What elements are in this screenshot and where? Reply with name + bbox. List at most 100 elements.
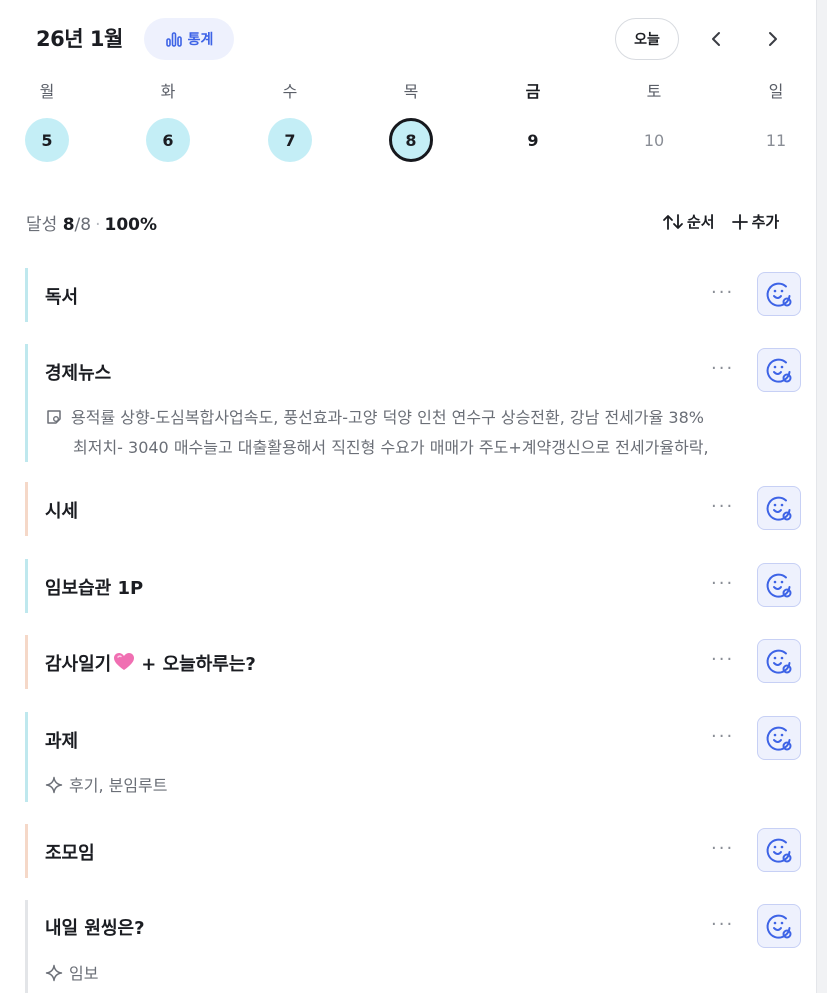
- day-name: 수: [282, 82, 298, 101]
- mood-check-button[interactable]: [757, 904, 801, 948]
- chevron-left-icon: [712, 32, 720, 46]
- day-name: 월: [39, 82, 55, 101]
- achievement-label: 달성: [26, 215, 58, 235]
- memo-text: 용적률 상향-도심복합사업속도, 풍선효과-고양 덕양 인천 연수구 상승전환,…: [71, 408, 704, 427]
- habit-item[interactable]: 임보습관 1P ···: [25, 559, 801, 613]
- memo-icon: [47, 410, 61, 424]
- day-number-selected[interactable]: 8: [389, 118, 433, 162]
- memo-line: 용적률 상향-도심복합사업속도, 풍선효과-고양 덕양 인천 연수구 상승전환,…: [45, 403, 785, 433]
- mood-check-button[interactable]: [757, 716, 801, 760]
- sort-arrows-icon: [663, 213, 683, 230]
- achievement-done: 8: [62, 215, 75, 235]
- more-options-button[interactable]: ···: [711, 573, 734, 594]
- week-strip: 월 5 화 6 수 7 목 8 금 9 토 10 일 11: [22, 78, 808, 168]
- habit-item[interactable]: 감사일기 + 오늘하루는? ···: [25, 635, 801, 689]
- habit-item[interactable]: 시세 ···: [25, 482, 801, 536]
- day-sat[interactable]: 토 10: [629, 78, 679, 168]
- day-wed[interactable]: 수 7: [265, 78, 315, 168]
- day-number[interactable]: 7: [268, 118, 312, 162]
- habit-title: 임보습관 1P: [45, 578, 144, 599]
- more-options-button[interactable]: ···: [711, 649, 734, 670]
- habit-title-part: 감사일기: [45, 654, 112, 675]
- next-week-button[interactable]: [759, 26, 785, 52]
- more-options-button[interactable]: ···: [711, 282, 734, 303]
- habit-tracker-page: 26년 1월 통계 오늘 월 5 화 6 수 7 목 8 금 9 토 10 일 …: [0, 0, 816, 993]
- achievement-summary: 달성 8/8 · 100%: [26, 215, 158, 235]
- prev-week-button[interactable]: [704, 26, 730, 52]
- more-options-button[interactable]: ···: [711, 838, 734, 859]
- habit-tags: 임보: [45, 959, 785, 989]
- sparkle-icon: [45, 776, 63, 794]
- habit-item[interactable]: 내일 원씽은? ··· 임보: [25, 900, 801, 993]
- heart-icon: [114, 653, 135, 670]
- smiley-check-icon: [766, 726, 792, 751]
- scrollbar[interactable]: [816, 0, 827, 993]
- day-number[interactable]: 6: [146, 118, 190, 162]
- day-name-today: 금: [525, 82, 541, 101]
- memo-text: 최저치- 3040 매수늘고 대출활용해서 직진형 수요가 매매가 주도+계약갱…: [73, 438, 709, 457]
- add-button[interactable]: 추가: [731, 211, 780, 232]
- mood-check-button[interactable]: [757, 639, 801, 683]
- sort-label: 순서: [687, 213, 715, 231]
- day-sun[interactable]: 일 11: [751, 78, 801, 168]
- day-thu[interactable]: 목 8: [386, 78, 436, 168]
- more-options-button[interactable]: ···: [711, 726, 734, 747]
- add-label: 추가: [751, 213, 780, 231]
- habit-item[interactable]: 독서 ···: [25, 268, 801, 322]
- tag-text: 후기, 분임루트: [69, 776, 168, 795]
- mood-check-button[interactable]: [757, 272, 801, 316]
- habit-title: 내일 원씽은?: [45, 918, 145, 939]
- day-tue[interactable]: 화 6: [143, 78, 193, 168]
- habit-title: 경제뉴스: [45, 363, 112, 384]
- smiley-check-icon: [766, 358, 792, 383]
- day-mon[interactable]: 월 5: [22, 78, 72, 168]
- sparkle-icon: [45, 964, 63, 982]
- habit-title: 과제: [45, 731, 79, 752]
- stats-button[interactable]: 통계: [144, 18, 234, 60]
- smiley-check-icon: [766, 838, 792, 863]
- day-name: 토: [646, 82, 662, 101]
- header: 26년 1월 통계 오늘: [36, 18, 806, 60]
- habit-title: 감사일기 + 오늘하루는?: [45, 650, 256, 676]
- habit-title: 독서: [45, 287, 79, 308]
- habit-item[interactable]: 경제뉴스 ··· 용적률 상향-도심복합사업속도, 풍선효과-고양 덕양 인천 …: [25, 344, 801, 462]
- habit-tags: 후기, 분임루트: [45, 771, 785, 801]
- smiley-check-icon: [766, 496, 792, 521]
- habit-item[interactable]: 조모임 ···: [25, 824, 801, 878]
- month-title: 26년 1월: [36, 27, 123, 51]
- day-fri[interactable]: 금 9: [508, 78, 558, 168]
- chevron-right-icon: [769, 32, 777, 46]
- day-number[interactable]: 9: [511, 118, 555, 162]
- bar-chart-icon: [165, 32, 182, 47]
- habit-memo: 용적률 상향-도심복합사업속도, 풍선효과-고양 덕양 인천 연수구 상승전환,…: [45, 403, 785, 463]
- habit-title-part: + 오늘하루는?: [141, 654, 256, 675]
- achievement-percent: 100%: [104, 215, 158, 235]
- plus-icon: [731, 213, 748, 230]
- achievement-total: /8: [74, 215, 92, 235]
- mood-check-button[interactable]: [757, 563, 801, 607]
- list-actions: 순서 추가: [662, 211, 779, 232]
- tag-text: 임보: [69, 964, 99, 983]
- smiley-check-icon: [766, 649, 792, 674]
- day-name: 일: [768, 82, 784, 101]
- more-options-button[interactable]: ···: [711, 358, 734, 379]
- mood-check-button[interactable]: [757, 828, 801, 872]
- smiley-check-icon: [766, 914, 792, 939]
- smiley-check-icon: [766, 282, 792, 307]
- stats-label: 통계: [187, 32, 214, 48]
- day-number[interactable]: 10: [632, 118, 676, 162]
- smiley-check-icon: [766, 573, 792, 598]
- day-name: 화: [160, 82, 176, 101]
- mood-check-button[interactable]: [757, 348, 801, 392]
- habit-item[interactable]: 과제 ··· 후기, 분임루트: [25, 712, 801, 802]
- today-button[interactable]: 오늘: [615, 18, 679, 60]
- day-number[interactable]: 11: [754, 118, 798, 162]
- habit-title: 조모임: [45, 843, 95, 864]
- day-name: 목: [403, 82, 419, 101]
- more-options-button[interactable]: ···: [711, 914, 734, 935]
- mood-check-button[interactable]: [757, 486, 801, 530]
- day-number[interactable]: 5: [25, 118, 69, 162]
- sort-button[interactable]: 순서: [662, 211, 715, 232]
- habit-title: 시세: [45, 501, 79, 522]
- more-options-button[interactable]: ···: [711, 496, 734, 517]
